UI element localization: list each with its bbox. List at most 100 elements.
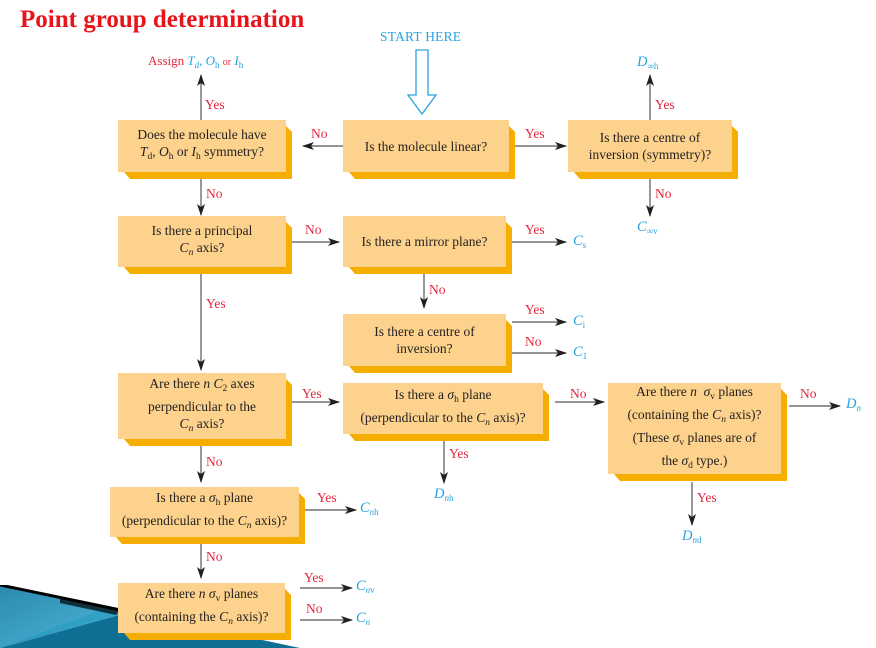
sh-l2-a: (perpendicular to the xyxy=(360,409,477,425)
res-main: D xyxy=(637,54,648,70)
sh-end: plane xyxy=(458,386,492,402)
cn-end: axis? xyxy=(193,239,225,255)
sd-a: Are there xyxy=(636,383,691,399)
question-sigma-v: Are there n σv planes (containing the Cn… xyxy=(118,583,285,633)
sv-end: planes xyxy=(220,586,259,601)
question-n-c2-axes: Are there n C2 axes perpendicular to the… xyxy=(118,373,286,439)
result-C-inf-v: C∞v xyxy=(637,219,658,236)
label-linear-no: No xyxy=(311,126,328,141)
sym-t-sub: d xyxy=(147,152,153,162)
label-linear-yes: Yes xyxy=(525,126,545,141)
cn-c: C xyxy=(179,239,189,255)
sd-l3-end: planes are of xyxy=(684,429,757,445)
question-centre-line2: inversion? xyxy=(396,341,453,356)
res-main: C xyxy=(637,219,647,235)
label-sigmav-no: No xyxy=(306,601,323,616)
sv-sigma: σ xyxy=(205,586,216,601)
shc-a: Is there a xyxy=(156,490,209,505)
question-td-oh-ih-line2: Td, Oh or Ih symmetry? xyxy=(139,144,265,162)
question-linear-text: Is the molecule linear? xyxy=(364,138,488,154)
c2-l3-end: axis? xyxy=(193,415,225,431)
question-sigmav-line2: (containing the Cn axis)? xyxy=(134,608,268,631)
res-sub: n xyxy=(856,403,861,413)
start-arrow-icon xyxy=(406,49,438,116)
sd-l4-end: type.) xyxy=(692,452,728,468)
res-main: C xyxy=(573,344,583,360)
assign-i-sub: h xyxy=(238,60,244,70)
question-mirror-text: Is there a mirror plane? xyxy=(361,234,488,249)
question-sigmah-d-line1: Is there a σh plane xyxy=(395,386,492,409)
label-centre-no: No xyxy=(525,334,542,349)
question-c2-line3: Cn axis? xyxy=(180,415,225,438)
sd-l4-a: the xyxy=(661,452,682,468)
question-sigma-d: Are there n σv planes (containing the Cn… xyxy=(608,383,781,474)
label-c2axes-yes: Yes xyxy=(302,386,322,401)
question-sigmad-line2: (containing the Cn axis)? xyxy=(627,406,761,429)
label-principal-yes: Yes xyxy=(206,296,226,311)
assign-o-sub: h xyxy=(215,60,220,70)
sh-a: Is there a xyxy=(394,386,448,402)
label-mirror-yes: Yes xyxy=(525,222,545,237)
question-sigmad-line1: Are there n σv planes xyxy=(636,383,753,406)
assign-t-sub: d xyxy=(194,60,200,70)
question-c2-line1: Are there n C2 axes xyxy=(149,375,254,398)
c2-l3-c: C xyxy=(179,415,189,431)
label-principal-no: No xyxy=(305,222,322,237)
label-td-yes: Yes xyxy=(205,97,225,112)
question-c2-line2: perpendicular to the xyxy=(148,398,256,414)
question-sigmad-line4: the σd type.) xyxy=(662,452,728,475)
assign-o: O xyxy=(205,53,215,68)
question-centre-symmetry: Is there a centre of inversion (symmetry… xyxy=(568,120,732,172)
question-centre-inversion: Is there a centre of inversion? xyxy=(343,314,506,366)
res-sub-rest: d xyxy=(696,535,702,545)
c2-c: C xyxy=(210,375,223,391)
shc-l2-end: axis)? xyxy=(251,513,288,528)
result-Cs: Cs xyxy=(573,233,586,250)
question-centre-line1: Is there a centre of xyxy=(374,324,475,339)
res-main: C xyxy=(573,313,583,329)
res-sub: 1 xyxy=(582,351,588,361)
sym-o: O xyxy=(158,144,169,159)
question-sigma-h-dn: Is there a σh plane (perpendicular to th… xyxy=(343,383,543,434)
assign-t: T xyxy=(187,53,195,68)
result-C1: C1 xyxy=(573,344,587,361)
shc-end: plane xyxy=(220,490,253,505)
result-Ci: Ci xyxy=(573,313,585,330)
res-sub-rest: h xyxy=(374,507,379,517)
question-sigma-h-cn: Is there a σh plane (perpendicular to th… xyxy=(110,487,299,537)
sv-n: n xyxy=(198,586,206,601)
c2-a: Are there xyxy=(149,375,204,391)
sd-l2-c: C xyxy=(712,406,722,422)
sv-l2-end: axis)? xyxy=(232,609,269,624)
question-linear: Is the molecule linear? xyxy=(343,120,509,172)
res-sub: ∞h xyxy=(647,61,659,71)
sym-or: or xyxy=(173,144,192,159)
label-centresym-no: No xyxy=(655,186,672,201)
label-sigmad-no: No xyxy=(800,386,817,401)
question-sigmav-line1: Are there n σv planes xyxy=(145,585,258,608)
sv-a: Are there xyxy=(144,586,199,601)
label-mirror-no: No xyxy=(429,282,446,297)
label-sigmad-yes: Yes xyxy=(697,490,717,505)
res-sub: i xyxy=(582,320,586,330)
res-main: C xyxy=(573,233,583,249)
assign-td-oh-ih-result: Assign Td, Oh or Ih xyxy=(148,53,244,70)
res-sub: n xyxy=(365,617,371,627)
question-td-oh-ih-line1: Does the molecule have xyxy=(137,127,267,142)
sym-end: symmetry? xyxy=(200,144,265,159)
sv-l2-c: C xyxy=(219,609,229,624)
sd-l3-a: (These xyxy=(632,429,673,445)
res-sub: ∞v xyxy=(646,226,658,236)
question-principal-line2: Cn axis? xyxy=(180,239,225,262)
result-Cnh: Cnh xyxy=(360,500,379,517)
sd-sigma: σ xyxy=(696,383,711,399)
label-centre-yes: Yes xyxy=(525,302,545,317)
label-sigmah-yes: Yes xyxy=(449,446,469,461)
result-Dnh: Dnh xyxy=(434,486,453,503)
question-sigmah-c-line2: (perpendicular to the Cn axis)? xyxy=(122,512,287,535)
res-main: C xyxy=(356,578,366,594)
assign-or: or xyxy=(222,57,232,68)
label-sigmav-yes: Yes xyxy=(304,570,324,585)
question-sigmad-line3: (These σv planes are of xyxy=(633,429,757,452)
label-td-no: No xyxy=(206,186,223,201)
